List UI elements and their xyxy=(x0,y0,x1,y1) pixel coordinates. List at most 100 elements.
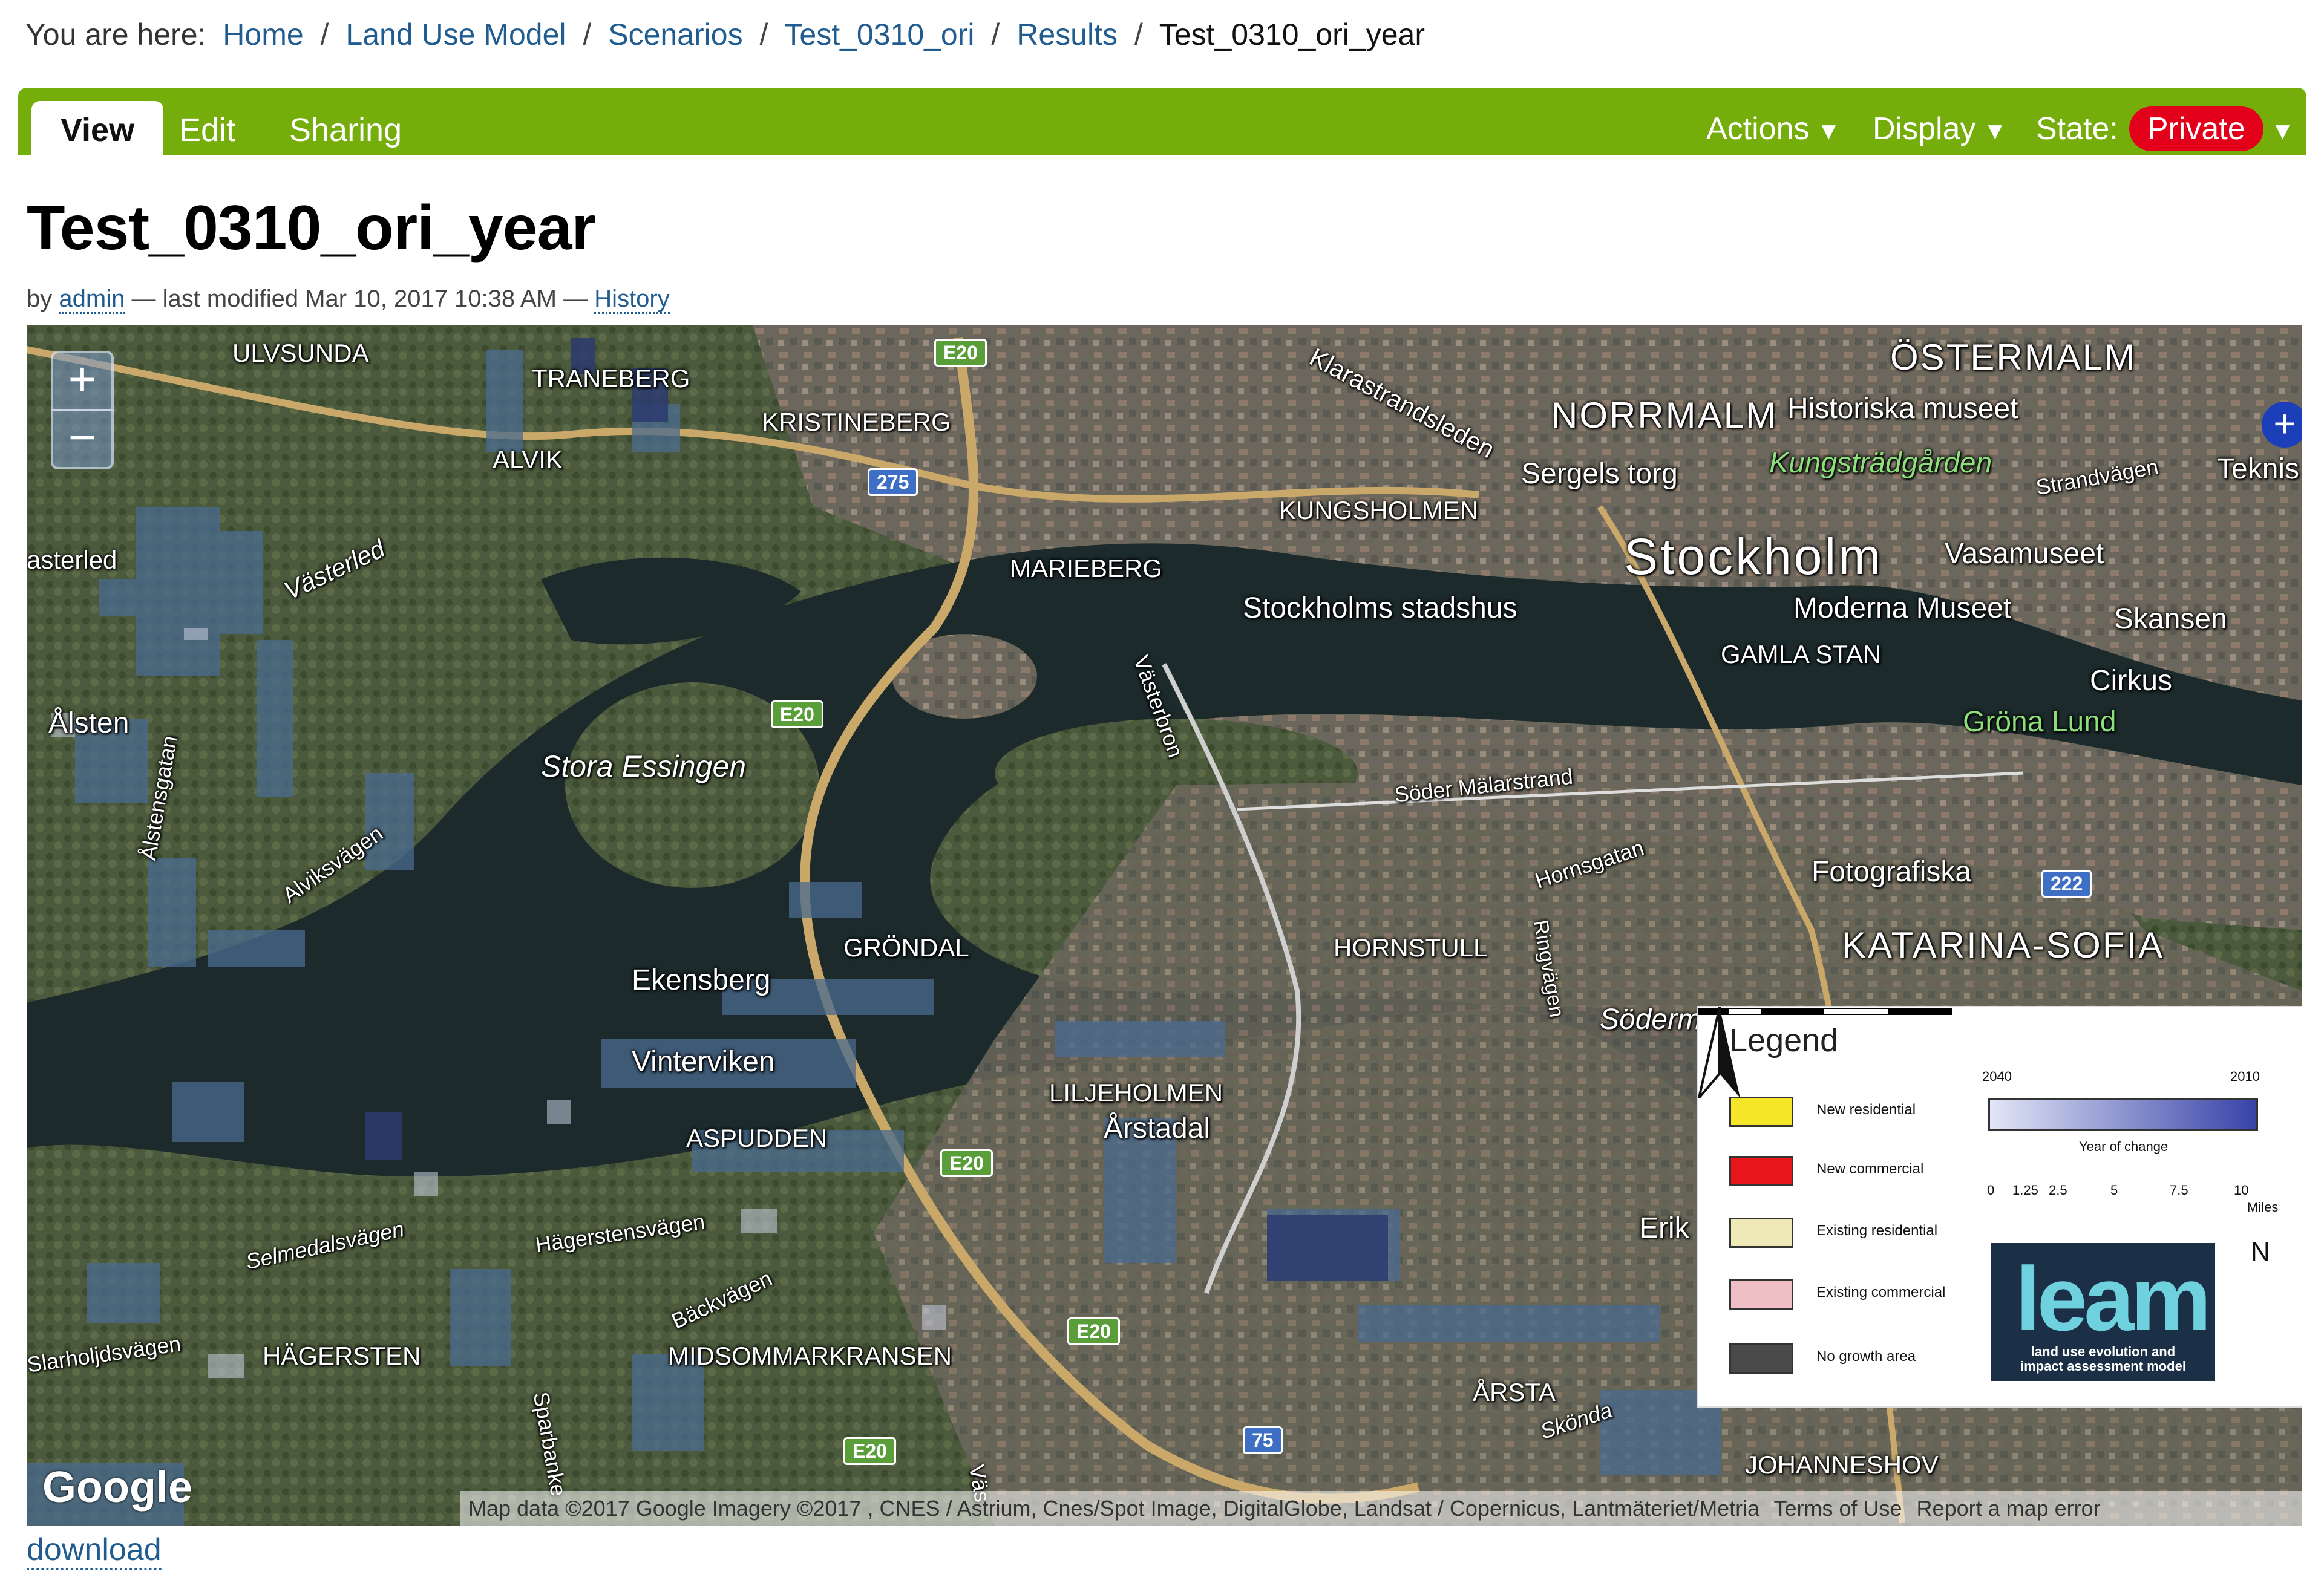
map-label: Vinterviken xyxy=(632,1046,775,1078)
legend-label: New residential xyxy=(1816,1101,1916,1118)
breadcrumb-scenarios[interactable]: Scenarios xyxy=(608,18,742,51)
map-label: ALVIK xyxy=(493,445,563,474)
map-label: Vasamuseet xyxy=(1945,538,2104,570)
breadcrumb-results[interactable]: Results xyxy=(1016,18,1118,51)
zoom-out-button[interactable]: − xyxy=(51,409,114,469)
tab-view[interactable]: View xyxy=(31,101,164,155)
history-link[interactable]: History xyxy=(594,286,670,314)
map-attribution: Map data ©2017 Google Imagery ©2017 , CN… xyxy=(460,1491,2302,1526)
map-label: KRISTINEBERG xyxy=(762,408,951,436)
map-label: Cirkus xyxy=(2090,665,2173,697)
breadcrumb-home[interactable]: Home xyxy=(223,18,303,51)
terms-of-use-link[interactable]: Terms of Use xyxy=(1773,1496,1902,1521)
north-arrow-icon xyxy=(1698,1007,1740,1099)
map-label: Årstadal xyxy=(1104,1112,1211,1144)
display-menu[interactable]: Display ▼ xyxy=(1873,105,2007,153)
legend-label: No growth area xyxy=(1816,1348,1916,1365)
map-label: asterled xyxy=(27,546,117,574)
scale-tick: 5 xyxy=(2110,1183,2118,1198)
map-label: HÄGERSTEN xyxy=(263,1342,421,1370)
map-label: Stockholms stadshus xyxy=(1243,592,1517,624)
chevron-down-icon: ▼ xyxy=(2270,118,2295,145)
road-shield: 275 xyxy=(868,468,918,496)
map-label: Stora Essingen xyxy=(541,749,747,783)
map-label: Moderna Museet xyxy=(1793,592,2012,624)
gradient-caption: Year of change xyxy=(2079,1139,2169,1154)
map-label: LILJEHOLMEN xyxy=(1049,1079,1223,1107)
map-label: HORNSTULL xyxy=(1334,933,1488,962)
map-label: MARIEBERG xyxy=(1010,554,1163,583)
scale-tick: 1.25 xyxy=(2012,1183,2038,1198)
map-label: Ålsten xyxy=(48,707,129,739)
actions-menu[interactable]: Actions ▼ xyxy=(1706,105,1841,153)
map-label: Söderm xyxy=(1600,1003,1702,1036)
map-label: GRÖNDAL xyxy=(843,933,969,962)
breadcrumb-separator: / xyxy=(583,18,592,51)
map-label: ASPUDDEN xyxy=(686,1124,828,1152)
page-title: Test_0310_ori_year xyxy=(27,193,596,263)
legend-title: Legend xyxy=(1729,1022,1839,1059)
map-view[interactable]: + − + ULVSUNDA TRANEBERG ALVIK KRISTINEB… xyxy=(27,325,2302,1526)
gradient-end-label: 2010 xyxy=(2230,1069,2260,1084)
map-label: KATARINA-SOFIA xyxy=(1842,925,2165,965)
last-modified: — last modified Mar 10, 2017 10:38 AM — xyxy=(131,286,588,312)
map-label: Stockholm xyxy=(1624,528,1884,585)
road-shield: E20 xyxy=(771,700,823,728)
state-badge[interactable]: Private xyxy=(2129,106,2263,151)
tab-sharing[interactable]: Sharing xyxy=(260,101,431,155)
map-label: MIDSOMMARKRANSEN xyxy=(668,1342,952,1370)
scale-tick: 7.5 xyxy=(2170,1183,2188,1198)
breadcrumb-separator: / xyxy=(1134,18,1143,51)
state-menu[interactable]: State: Private ▼ xyxy=(2036,105,2294,153)
map-label: Teknis xyxy=(2217,453,2300,485)
expand-icon[interactable]: + xyxy=(2262,402,2302,448)
content-toolbar: View Edit Sharing Actions ▼ Display ▼ Stat… xyxy=(18,88,2306,155)
map-label: TRANEBERG xyxy=(532,364,690,393)
breadcrumb-separator: / xyxy=(759,18,768,51)
map-label: ÖSTERMALM xyxy=(1890,337,2137,377)
map-label: Erik xyxy=(1639,1212,1689,1244)
map-label: NORRMALM xyxy=(1551,395,1778,436)
tab-edit[interactable]: Edit xyxy=(150,101,264,155)
scale-tick: 0 xyxy=(1987,1183,1995,1198)
map-label: ÅRSTA xyxy=(1473,1378,1556,1406)
legend-label: Existing commercial xyxy=(1816,1284,1946,1300)
byline-by: by xyxy=(27,286,53,312)
breadcrumb-prefix: You are here: xyxy=(25,18,206,51)
leam-logo: leam land use evolution and impact asses… xyxy=(1991,1243,2215,1381)
breadcrumb-test-0310-ori[interactable]: Test_0310_ori xyxy=(784,18,974,51)
map-label: Historiska museet xyxy=(1787,393,2018,425)
year-of-change-gradient xyxy=(1988,1098,2258,1131)
map-label: GAMLA STAN xyxy=(1721,640,1882,668)
map-label: Fotografiska xyxy=(1812,856,1972,888)
road-shield: 75 xyxy=(1243,1426,1283,1454)
leam-subtitle-line: impact assessment model xyxy=(2020,1359,2186,1374)
north-label: N xyxy=(2251,1237,2270,1267)
legend-swatch-new-commercial xyxy=(1729,1156,1793,1186)
state-label: State: xyxy=(2036,111,2118,146)
map-label: Gröna Lund xyxy=(1963,706,2116,738)
road-shield: E20 xyxy=(1067,1317,1120,1345)
leam-logo-subtitle: land use evolution and impact assessment… xyxy=(1991,1345,2215,1374)
report-map-error-link[interactable]: Report a map error xyxy=(1917,1496,2101,1521)
legend-swatch-no-growth-area xyxy=(1729,1343,1793,1374)
breadcrumb: You are here: Home / Land Use Model / Sc… xyxy=(25,17,1425,52)
road-shield: E20 xyxy=(843,1437,896,1465)
breadcrumb-current: Test_0310_ori_year xyxy=(1159,18,1425,51)
legend-label: Existing residential xyxy=(1816,1222,1938,1239)
actions-menu-label: Actions xyxy=(1706,111,1810,146)
map-label: Sergels torg xyxy=(1521,458,1678,490)
map-label: KUNGSHOLMEN xyxy=(1279,496,1479,524)
scale-unit: Miles xyxy=(2247,1199,2279,1215)
zoom-in-button[interactable]: + xyxy=(51,351,114,411)
map-data-credit: Map data ©2017 Google Imagery ©2017 , CN… xyxy=(468,1496,1760,1521)
leam-logo-word: leam xyxy=(2015,1248,2211,1349)
google-logo[interactable]: Google xyxy=(42,1463,192,1512)
map-label: JOHANNESHOV xyxy=(1745,1451,1939,1479)
breadcrumb-separator: / xyxy=(320,18,329,51)
road-shield: E20 xyxy=(940,1149,993,1177)
map-label: Ekensberg xyxy=(632,964,771,996)
download-link[interactable]: download xyxy=(27,1532,162,1570)
breadcrumb-land-use-model[interactable]: Land Use Model xyxy=(345,18,566,51)
author-link[interactable]: admin xyxy=(59,286,125,314)
